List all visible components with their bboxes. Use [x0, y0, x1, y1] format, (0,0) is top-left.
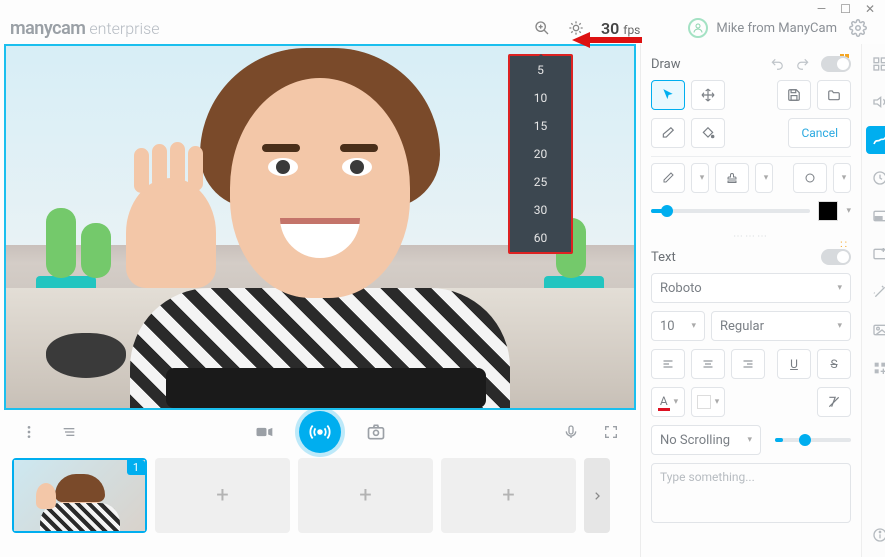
scroll-value: No Scrolling — [660, 433, 730, 448]
preset-slot-4[interactable]: + — [441, 458, 576, 533]
preset-slot-1[interactable]: 1 — [12, 458, 147, 533]
brand-name: manycam — [10, 18, 85, 39]
strikethrough-button[interactable]: S — [817, 349, 851, 379]
draw-toggle[interactable] — [821, 56, 851, 72]
pencil-tool[interactable] — [651, 163, 685, 193]
align-left-button[interactable] — [651, 349, 685, 379]
fps-option[interactable]: 10 — [510, 84, 571, 112]
preset-next-button[interactable] — [584, 458, 610, 533]
font-weight-select[interactable]: Regular▾ — [711, 311, 851, 341]
record-video-button[interactable] — [247, 415, 281, 449]
align-center-button[interactable] — [691, 349, 725, 379]
preset-badge: 1 — [127, 460, 145, 475]
redo-button[interactable] — [795, 57, 811, 71]
fill-tool[interactable] — [691, 118, 725, 148]
text-placeholder: Type something... — [660, 470, 755, 484]
fullscreen-button[interactable] — [594, 415, 628, 449]
draw-section-title: Draw — [651, 57, 681, 72]
shape-dropdown[interactable]: ▾ — [833, 163, 851, 193]
fps-option[interactable]: 5 — [510, 56, 571, 84]
stroke-width-slider[interactable] — [651, 209, 810, 213]
fps-dropdown[interactable]: 5 10 15 20 25 30 60 — [508, 54, 573, 254]
font-size-value: 10 — [660, 319, 675, 334]
open-draw-button[interactable] — [817, 80, 851, 110]
snapshot-button[interactable] — [359, 415, 393, 449]
microphone-button[interactable] — [554, 415, 588, 449]
move-tool[interactable] — [691, 80, 725, 110]
broadcast-button[interactable] — [299, 411, 341, 453]
scroll-select[interactable]: No Scrolling▾ — [651, 425, 761, 455]
shape-tool[interactable] — [793, 163, 827, 193]
stamp-tool[interactable] — [715, 163, 749, 193]
user-chip[interactable]: Mike from ManyCam — [688, 18, 837, 38]
close-button[interactable]: ✕ — [865, 2, 875, 12]
app-logo: manycam enterprise — [10, 18, 160, 39]
rail-presets-icon[interactable] — [866, 50, 885, 78]
rail-time-icon[interactable] — [866, 164, 885, 192]
font-size-select[interactable]: 10▾ — [651, 311, 705, 341]
rail-audio-icon[interactable] — [866, 88, 885, 116]
text-section-title: Text — [651, 250, 676, 265]
playlist-button[interactable] — [52, 415, 86, 449]
fps-option[interactable]: 30 — [510, 196, 571, 224]
minimize-button[interactable]: — — [817, 2, 826, 12]
font-color-button[interactable]: A▾ — [651, 387, 685, 417]
more-menu-button[interactable] — [12, 415, 46, 449]
stroke-color-swatch[interactable] — [818, 201, 838, 221]
section-grip[interactable]: ⋯⋯⋯ — [651, 231, 851, 237]
rail-info-icon[interactable] — [866, 521, 885, 549]
pointer-tool[interactable] — [651, 80, 685, 110]
rail-image-icon[interactable] — [866, 316, 885, 344]
rail-lowerthird-icon[interactable] — [866, 202, 885, 230]
stamp-dropdown[interactable]: ▾ — [755, 163, 773, 193]
fps-option[interactable]: 25 — [510, 168, 571, 196]
user-name: Mike from ManyCam — [716, 21, 837, 36]
stroke-color-dropdown[interactable]: ▾ — [846, 206, 851, 216]
brand-edition: enterprise — [89, 19, 159, 38]
pencil-dropdown[interactable]: ▾ — [691, 163, 709, 193]
font-select[interactable]: Roboto▾ — [651, 273, 851, 303]
preset-slot-2[interactable]: + — [155, 458, 290, 533]
fps-option[interactable]: 20 — [510, 140, 571, 168]
settings-button[interactable] — [845, 15, 871, 41]
align-right-button[interactable] — [731, 349, 765, 379]
scroll-speed-slider[interactable] — [775, 438, 851, 442]
rail-apps-icon[interactable] — [866, 354, 885, 382]
text-toggle[interactable] — [821, 249, 851, 265]
annotation-arrow — [572, 30, 642, 50]
avatar-icon — [688, 18, 708, 38]
maximize-button[interactable]: ☐ — [840, 2, 851, 12]
clear-text-button[interactable] — [817, 387, 851, 417]
underline-button[interactable]: U — [777, 349, 811, 379]
rail-effects-icon[interactable] — [866, 278, 885, 306]
text-input[interactable]: Type something... — [651, 463, 851, 523]
font-value: Roboto — [660, 281, 702, 296]
bg-color-button[interactable]: ▾ — [691, 387, 725, 417]
font-weight-value: Regular — [720, 319, 764, 334]
fps-option[interactable]: 15 — [510, 112, 571, 140]
cancel-button[interactable]: Cancel — [788, 118, 851, 148]
preset-slot-3[interactable]: + — [298, 458, 433, 533]
rail-draw-icon[interactable] — [866, 126, 885, 154]
fps-option[interactable]: 60 — [510, 224, 571, 252]
undo-button[interactable] — [769, 57, 785, 71]
eraser-tool[interactable] — [651, 118, 685, 148]
zoom-icon[interactable] — [529, 15, 555, 41]
rail-overlay-icon[interactable] — [866, 240, 885, 268]
save-draw-button[interactable] — [777, 80, 811, 110]
